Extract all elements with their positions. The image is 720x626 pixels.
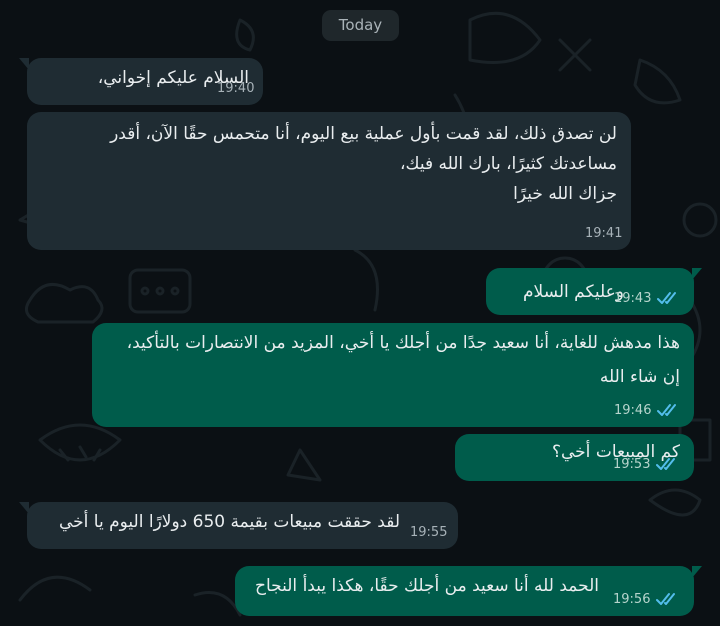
message-text-line: مساعدتك كثيرًا، بارك الله فيك، <box>400 154 617 174</box>
message-text-line: جزاك الله خيرًا <box>513 184 617 204</box>
message-text-line: لن تصدق ذلك، لقد قمت بأول عملية بيع اليو… <box>110 124 617 144</box>
bubble-tail <box>692 566 702 578</box>
message-time: 19:46 <box>614 402 652 418</box>
message-meta: 19:41 <box>585 224 622 242</box>
double-check-icon <box>657 404 677 416</box>
message-text-line: هذا مدهش للغاية، أنا سعيد جدًا من أجلك ي… <box>126 333 680 353</box>
bubble-tail <box>19 58 29 70</box>
bubble-tail <box>692 268 702 280</box>
message-time: 19:56 <box>613 591 651 607</box>
message-time: 19:40 <box>217 80 255 96</box>
message-bubble-incoming[interactable]: لقد حققت مبيعات بقيمة 650 دولارًا اليوم … <box>19 502 458 549</box>
message-bubble-outgoing[interactable]: وعليكم السلام 19:43 <box>486 268 702 315</box>
message-meta: 19:46 <box>614 401 683 419</box>
message-time: 19:43 <box>614 290 652 306</box>
double-check-icon <box>656 593 676 605</box>
message-time: 19:55 <box>410 524 448 540</box>
message-text: لقد حققت مبيعات بقيمة 650 دولارًا اليوم … <box>58 512 400 532</box>
message-bubble-outgoing[interactable]: الحمد لله أنا سعيد من أجلك حقًا، هكذا يب… <box>235 566 702 616</box>
message-text-line: إن شاء الله <box>599 367 680 387</box>
double-check-icon <box>657 292 677 304</box>
date-divider: Today <box>322 10 399 41</box>
message-meta: 19:53 <box>613 455 682 473</box>
double-check-icon <box>656 458 676 470</box>
bubble-tail <box>19 502 29 514</box>
message-bubble-incoming[interactable]: السلام عليكم إخواني، 19:40 <box>19 58 263 105</box>
chat-thread: Today السلام عليكم إخواني، 19:40 لن تصدق… <box>0 0 720 626</box>
message-time: 19:41 <box>585 225 623 241</box>
message-text: الحمد لله أنا سعيد من أجلك حقًا، هكذا يب… <box>255 576 599 596</box>
message-bubble-outgoing[interactable]: هذا مدهش للغاية، أنا سعيد جدًا من أجلك ي… <box>92 323 694 427</box>
message-meta: 19:43 <box>614 289 683 307</box>
message-meta: 19:40 <box>217 79 254 97</box>
message-meta: 19:55 <box>410 523 447 541</box>
message-time: 19:53 <box>613 456 651 472</box>
message-text: وعليكم السلام <box>523 282 624 302</box>
message-meta: 19:56 <box>613 590 682 608</box>
message-bubble-incoming[interactable]: لن تصدق ذلك، لقد قمت بأول عملية بيع اليو… <box>27 112 631 250</box>
message-bubble-outgoing[interactable]: كم المبيعات أخي؟ 19:53 <box>455 434 694 481</box>
